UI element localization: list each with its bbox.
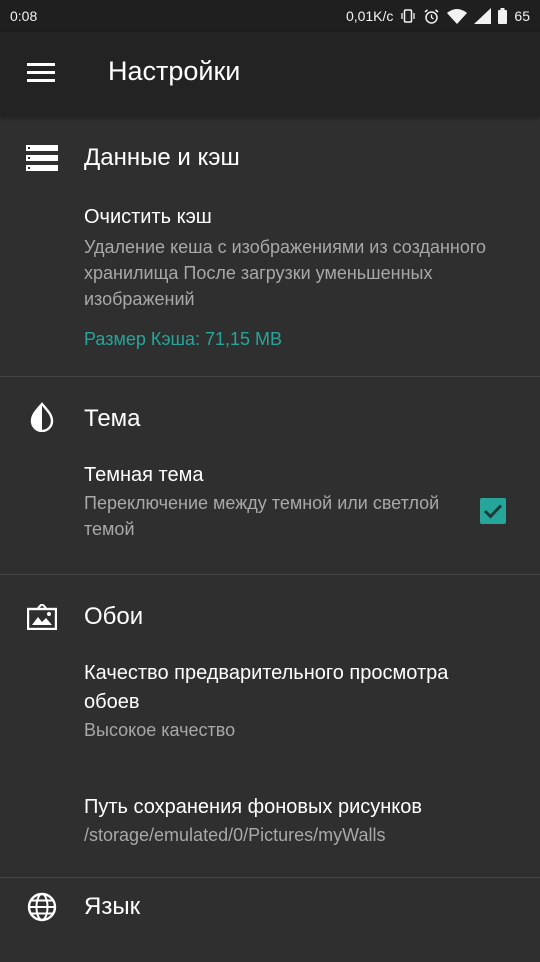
settings-list: Данные и кэш Очистить кэш Удаление кеша … [0, 116, 540, 962]
dark-theme-title: Темная тема [84, 464, 204, 486]
checkmark-icon [483, 504, 503, 519]
save-path-title: Путь сохранения фоновых рисунков [84, 796, 423, 818]
section-header-language[interactable]: Язык [0, 878, 540, 962]
section-header-theme: Тема [0, 377, 540, 461]
status-icons: 0,01K/c 65 [346, 8, 530, 25]
page-title: Настройки [108, 56, 241, 86]
battery-icon [498, 8, 508, 24]
battery-level: 65 [514, 8, 530, 24]
vibrate-icon [400, 8, 416, 24]
signal-icon [474, 8, 492, 24]
theme-drop-icon [26, 402, 58, 432]
alarm-icon [423, 8, 440, 25]
section-title-language: Язык [84, 893, 141, 920]
globe-icon [26, 892, 58, 922]
clear-cache-title: Очистить кэш [84, 206, 212, 228]
storage-icon [26, 143, 58, 173]
section-title-theme: Тема [84, 405, 141, 432]
clear-cache-item[interactable]: Очистить кэш Удаление кеша с изображения… [0, 200, 540, 376]
app-bar: Настройки [0, 32, 540, 116]
section-title-data-cache: Данные и кэш [84, 144, 240, 171]
save-path-summary: /storage/emulated/0/Pictures/myWalls [84, 825, 386, 845]
save-path-item[interactable]: Путь сохранения фоновых рисунков /storag… [0, 761, 540, 877]
preview-quality-summary: Высокое качество [84, 720, 236, 740]
status-bar: 0:08 0,01K/c 65 [0, 0, 540, 32]
dark-theme-item[interactable]: Темная тема Переключение между темной ил… [0, 461, 540, 574]
preview-quality-item[interactable]: Качество предварительного просмотра обое… [0, 659, 540, 761]
clear-cache-summary: Удаление кеша с изображениями из созданн… [84, 237, 487, 309]
menu-icon[interactable] [27, 62, 57, 86]
cache-size-label: Размер Кэша: 71,15 MB [84, 329, 283, 349]
section-header-wallpapers: Обои [0, 575, 540, 659]
section-title-wallpapers: Обои [84, 603, 144, 630]
wallpaper-icon [26, 602, 58, 632]
dark-theme-checkbox[interactable] [480, 498, 506, 524]
network-speed: 0,01K/c [345, 8, 394, 24]
dark-theme-summary: Переключение между темной или светлой те… [84, 493, 440, 539]
section-header-data-cache: Данные и кэш [0, 116, 540, 200]
wifi-icon [447, 8, 468, 24]
status-time: 0:08 [10, 8, 38, 24]
preview-quality-title: Качество предварительного просмотра обое… [84, 662, 449, 713]
